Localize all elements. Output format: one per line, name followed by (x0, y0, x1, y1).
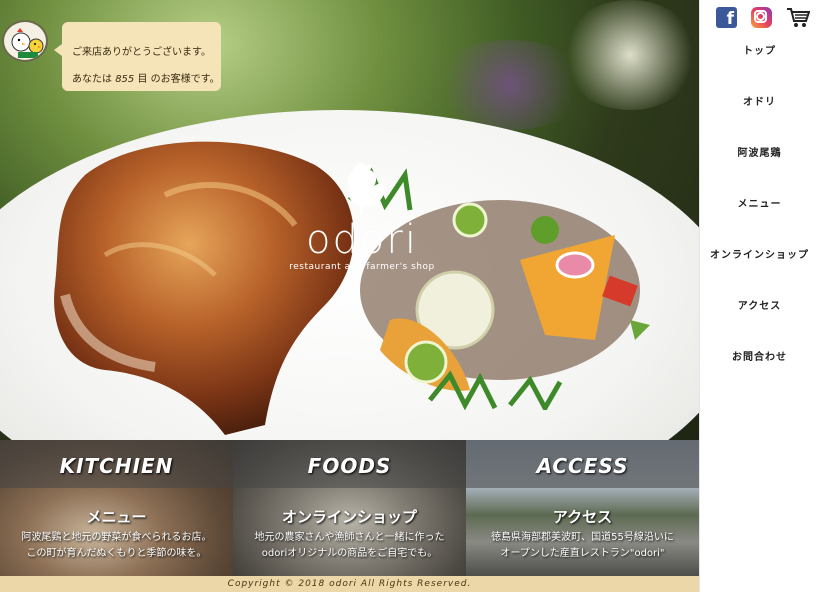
logo-tagline: restaurant and farmer's shop (289, 262, 435, 272)
panel-desc-line-2: オープンした産直レストラン"odori" (500, 548, 665, 559)
panel-access[interactable]: ACCESS アクセス 徳島県海部郡美波町、国道55号線沿いに オープンした産直… (466, 440, 699, 576)
logo-word: odori (306, 217, 418, 263)
instagram-icon[interactable] (751, 7, 772, 28)
panel-desc-line-2: odoriオリジナルの商品をご自宅でも。 (261, 548, 438, 559)
odori-logo: odori restaurant and farmer's shop (282, 156, 442, 272)
feature-panels: KITCHIEN メニュー 阿波尾鶏と地元の野菜が食べられるお店。 この町が育ん… (0, 440, 699, 576)
nav-item-contact[interactable]: お問合わせ (700, 348, 818, 399)
welcome-message: ご来店ありがとうございます。 あなたは 855 目 のお客様です。 (54, 22, 221, 93)
nav-item-awaodori-chicken[interactable]: 阿波尾鶏 (700, 144, 818, 195)
visitor-count: 855 (115, 74, 135, 85)
facebook-icon[interactable]: f (716, 7, 737, 29)
main-nav: トップ オドリ 阿波尾鶏 メニュー オンラインショップ アクセス お問合わせ (700, 42, 818, 399)
nav-item-access[interactable]: アクセス (700, 297, 818, 348)
panel-kitchen[interactable]: KITCHIEN メニュー 阿波尾鶏と地元の野菜が食べられるお店。 この町が育ん… (0, 440, 233, 576)
panel-title: FOODS (307, 454, 392, 478)
panel-description: 地元の農家さんや漁師さんと一緒に作った odoriオリジナルの商品をご自宅でも。 (233, 530, 466, 562)
panel-desc-line-1: 地元の農家さんや漁師さんと一緒に作った (254, 532, 445, 543)
hero-bokeh (560, 0, 699, 110)
social-icons: f (716, 7, 810, 29)
welcome-prefix: あなたは (72, 74, 116, 85)
copyright-footer: Copyright © 2018 odori All Rights Reserv… (0, 576, 699, 592)
welcome-line-1: ご来店ありがとうございます。 (72, 47, 211, 58)
nav-item-top[interactable]: トップ (700, 42, 818, 93)
panel-foods[interactable]: FOODS オンラインショップ 地元の農家さんや漁師さんと一緒に作った odor… (233, 440, 466, 576)
sidebar: f トップ オドリ 阿波尾鶏 メニュー オンラインショップ アクセス お問合わせ (699, 0, 818, 592)
panel-desc-line-2: この町が育んだぬくもりと季節の味を。 (26, 548, 207, 559)
panel-subtitle: オンラインショップ (281, 508, 417, 526)
panel-title: KITCHIEN (59, 454, 174, 478)
nav-item-online-shop[interactable]: オンラインショップ (700, 246, 818, 297)
panel-description: 徳島県海部郡美波町、国道55号線沿いに オープンした産直レストラン"odori" (466, 530, 699, 562)
panel-desc-line-1: 阿波尾鶏と地元の野菜が食べられるお店。 (21, 532, 212, 543)
rooster-logo-icon (347, 162, 386, 214)
panel-desc-line-1: 徳島県海部郡美波町、国道55号線沿いに (491, 532, 674, 543)
welcome-line-2: あなたは 855 目 のお客様です。 (72, 66, 221, 93)
cart-icon[interactable] (786, 7, 810, 28)
mascot-avatar (2, 20, 48, 62)
panel-subtitle: アクセス (552, 508, 613, 526)
nav-item-menu[interactable]: メニュー (700, 195, 818, 246)
nav-item-odori[interactable]: オドリ (700, 93, 818, 144)
panel-title: ACCESS (536, 454, 629, 478)
welcome-suffix: 目 のお客様です。 (134, 74, 220, 85)
panel-subtitle: メニュー (86, 508, 147, 526)
panel-description: 阿波尾鶏と地元の野菜が食べられるお店。 この町が育んだぬくもりと季節の味を。 (0, 530, 233, 562)
